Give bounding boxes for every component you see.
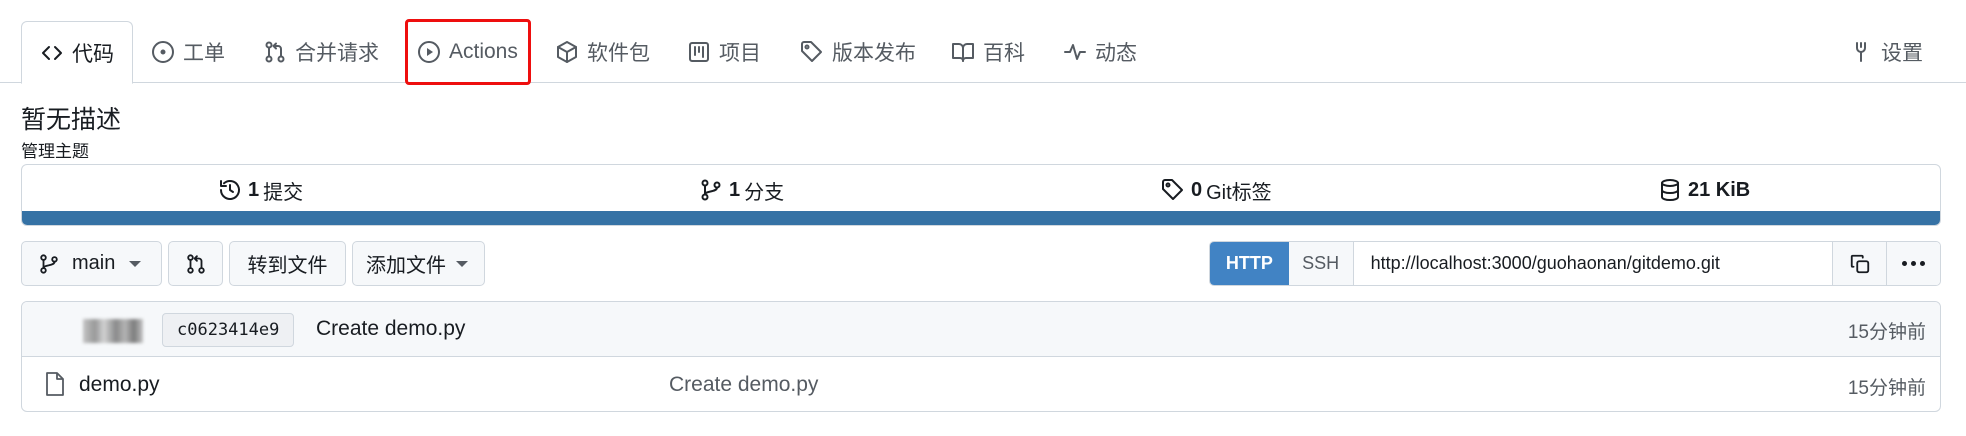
branches-label: 分支: [744, 181, 785, 204]
avatar[interactable]: [83, 319, 143, 343]
tab-issues[interactable]: 工单: [151, 21, 225, 83]
more-options-button[interactable]: [1886, 242, 1940, 285]
tab-packages[interactable]: 软件包: [555, 21, 650, 83]
size-stat: 21 KiB: [1658, 175, 1754, 205]
play-icon: [417, 40, 441, 64]
copy-icon: [1850, 254, 1869, 273]
project-board-icon: [687, 40, 711, 64]
branches-count: 1: [729, 178, 741, 201]
clone-url-field[interactable]: [1353, 242, 1833, 285]
branch-icon: [40, 253, 58, 274]
tab-actions[interactable]: Actions: [417, 21, 518, 83]
file-commit-time: 15分钟前: [1847, 378, 1926, 399]
tags-count: 0: [1191, 178, 1203, 201]
goto-file-button[interactable]: 转到文件: [229, 241, 346, 286]
latest-commit-message[interactable]: Create demo.py: [316, 317, 465, 341]
file-commit-link[interactable]: Create demo.py: [669, 373, 818, 397]
package-icon: [555, 40, 579, 64]
tab-label: Actions: [449, 40, 518, 63]
branch-name: main: [72, 252, 116, 274]
tab-label: 合并请求: [295, 42, 379, 65]
tab-projects[interactable]: 项目: [687, 21, 761, 83]
add-file-button[interactable]: 添加文件: [352, 241, 485, 286]
tag-icon: [800, 40, 824, 64]
history-icon: [220, 180, 240, 200]
chevron-down-icon: [129, 260, 142, 267]
tab-wiki[interactable]: 百科: [951, 21, 1025, 83]
tab-label: 软件包: [587, 42, 650, 65]
manage-topics-link[interactable]: 管理主题: [21, 137, 89, 162]
database-icon: [1661, 179, 1679, 201]
chevron-down-icon: [456, 260, 468, 267]
file-name-link[interactable]: demo.py: [79, 373, 160, 397]
tab-label: 项目: [719, 42, 761, 65]
more-icon: [1902, 261, 1926, 266]
goto-file-label: 转到文件: [247, 255, 328, 277]
code-icon: [40, 41, 64, 65]
copy-url-button[interactable]: [1832, 242, 1887, 285]
file-table: c0623414e9 Create demo.py 15分钟前 demo.py …: [21, 301, 1941, 412]
commits-count: 1: [248, 178, 260, 201]
tags-label: Git标签: [1206, 181, 1272, 204]
language-bar: [22, 211, 1940, 225]
latest-commit-time: 15分钟前: [1847, 322, 1926, 343]
ssh-toggle[interactable]: SSH: [1288, 242, 1354, 285]
file-icon: [44, 371, 66, 397]
tab-label: 动态: [1095, 42, 1137, 65]
tab-pull-requests[interactable]: 合并请求: [263, 21, 379, 83]
tab-label: 代码: [72, 42, 114, 66]
table-row: demo.py Create demo.py 15分钟前: [22, 358, 1940, 411]
pull-request-icon: [186, 253, 205, 274]
tab-activity[interactable]: 动态: [1063, 21, 1137, 83]
tab-settings[interactable]: 设置: [1849, 21, 1923, 83]
tab-code[interactable]: 代码: [21, 21, 133, 84]
pulse-icon: [1063, 40, 1087, 64]
add-file-label: 添加文件: [366, 255, 446, 277]
branch-icon: [701, 179, 721, 201]
latest-commit-row: c0623414e9 Create demo.py 15分钟前: [22, 302, 1940, 357]
branches-stat[interactable]: 1 分支: [699, 175, 784, 205]
tools-icon: [1849, 40, 1873, 64]
repo-stats: 1 提交 1 分支 0 Git标签 21 KiB: [21, 164, 1941, 226]
tab-label: 设置: [1881, 42, 1923, 65]
http-toggle[interactable]: HTTP: [1210, 242, 1289, 285]
tab-releases[interactable]: 版本发布: [800, 21, 916, 83]
issue-icon: [151, 40, 175, 64]
repo-size: 21 KiB: [1688, 178, 1751, 201]
tags-stat[interactable]: 0 Git标签: [1161, 175, 1272, 205]
repo-description: 暂无描述: [21, 106, 122, 134]
branch-selector[interactable]: main: [21, 241, 162, 286]
tab-label: 版本发布: [832, 42, 916, 65]
clone-panel: HTTP SSH: [1209, 241, 1941, 286]
tab-label: 工单: [183, 42, 225, 65]
tag-icon: [1162, 179, 1183, 200]
commits-label: 提交: [263, 181, 304, 204]
tab-label: 百科: [983, 42, 1025, 65]
repo-tabs: 代码 工单 合并请求 Actions 软件包 项目 版本发布 百科 动态 设置: [0, 0, 1966, 84]
commits-stat[interactable]: 1 提交: [218, 175, 303, 205]
book-icon: [951, 40, 975, 64]
pull-request-icon: [263, 40, 287, 64]
commit-sha-button[interactable]: c0623414e9: [162, 313, 295, 347]
compare-button[interactable]: [168, 241, 223, 286]
